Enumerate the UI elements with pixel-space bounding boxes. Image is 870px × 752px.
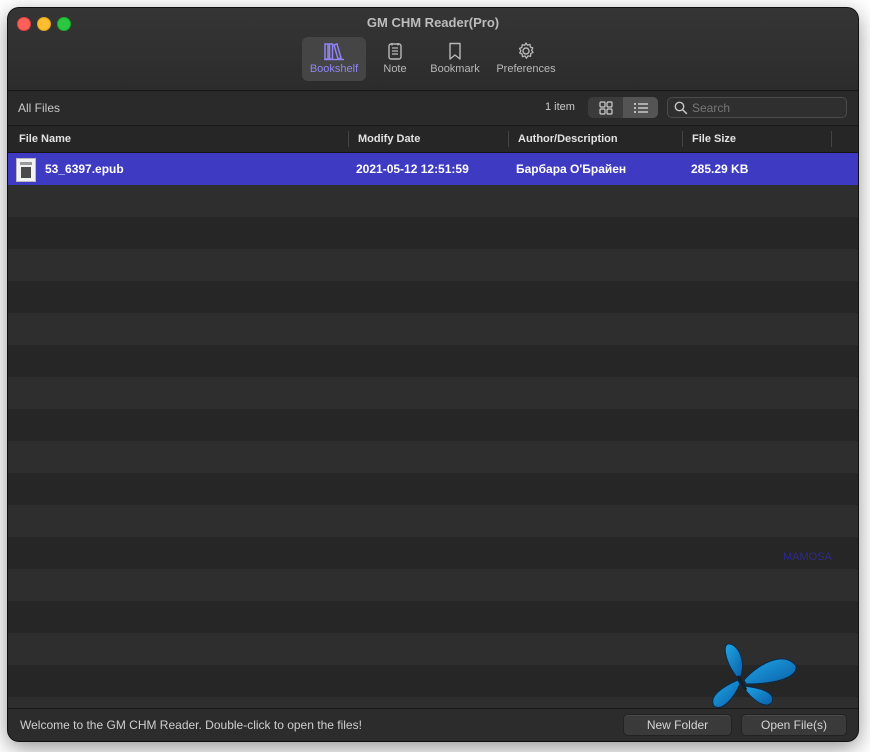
empty-row <box>8 281 858 313</box>
file-list: 53_6397.epub 2021-05-12 12:51:59 Барбара… <box>8 153 858 729</box>
column-divider[interactable] <box>508 131 509 147</box>
column-header-modify-date[interactable]: Modify Date <box>358 133 420 145</box>
bookmark-icon <box>449 42 461 60</box>
empty-row <box>8 537 858 569</box>
toolbar-item-label: Note <box>383 63 407 75</box>
list-view-icon <box>633 102 648 113</box>
empty-row <box>8 345 858 377</box>
window-title: GM CHM Reader(Pro) <box>366 15 500 30</box>
butterfly-icon <box>712 643 797 708</box>
empty-row <box>8 505 858 537</box>
empty-row <box>8 601 858 633</box>
status-bar: Welcome to the GM CHM Reader. Double-cli… <box>8 708 858 741</box>
file-name-cell: 53_6397.epub <box>45 162 124 176</box>
list-view-button[interactable] <box>623 97 658 118</box>
note-icon <box>388 43 402 60</box>
search-input[interactable] <box>692 98 840 117</box>
empty-row <box>8 569 858 601</box>
toolbar-item-label: Preferences <box>496 63 556 75</box>
title-toolbar: GM CHM Reader(Pro) Bookshelf Note Bookma… <box>8 8 858 91</box>
column-divider[interactable] <box>682 131 683 147</box>
toolbar-bookmark-button[interactable]: Bookmark <box>426 37 484 81</box>
toolbar-note-button[interactable]: Note <box>372 37 418 81</box>
column-header-file-size[interactable]: File Size <box>692 133 736 145</box>
open-files-button[interactable]: Open File(s) <box>741 714 847 736</box>
empty-row <box>8 409 858 441</box>
new-folder-button[interactable]: New Folder <box>623 714 732 736</box>
column-header-author[interactable]: Author/Description <box>518 133 618 145</box>
toolbar-preferences-button[interactable]: Preferences <box>492 37 560 81</box>
search-icon <box>674 101 688 115</box>
table-row[interactable]: 53_6397.epub 2021-05-12 12:51:59 Барбара… <box>8 153 858 185</box>
epub-file-icon <box>16 158 36 182</box>
file-size-cell: 285.29 KB <box>691 162 749 176</box>
table-header: File Name Modify Date Author/Description… <box>8 126 858 153</box>
item-count: 1 item <box>545 101 575 113</box>
column-divider[interactable] <box>348 131 349 147</box>
empty-row <box>8 313 858 345</box>
watermark-text: MAMOSA <box>783 551 832 563</box>
status-message: Welcome to the GM CHM Reader. Double-cli… <box>20 718 362 732</box>
grid-view-icon <box>598 100 613 115</box>
path-bar: All Files 1 item <box>8 91 858 126</box>
modify-date-cell: 2021-05-12 12:51:59 <box>356 162 469 176</box>
empty-row <box>8 185 858 217</box>
search-box <box>667 97 847 118</box>
column-divider[interactable] <box>831 131 832 147</box>
empty-row <box>8 249 858 281</box>
breadcrumb[interactable]: All Files <box>18 101 60 115</box>
toolbar-bookshelf-button[interactable]: Bookshelf <box>302 37 366 81</box>
toolbar-item-label: Bookmark <box>430 63 480 75</box>
column-header-file-name[interactable]: File Name <box>19 133 71 145</box>
toolbar-item-label: Bookshelf <box>309 63 359 75</box>
empty-row <box>8 217 858 249</box>
empty-row <box>8 473 858 505</box>
empty-row <box>8 377 858 409</box>
author-cell: Барбара О'Брайен <box>516 162 627 176</box>
empty-row <box>8 441 858 473</box>
grid-view-button[interactable] <box>588 97 623 118</box>
bookshelf-icon <box>324 43 344 61</box>
view-mode-switcher <box>588 97 658 118</box>
gear-icon <box>518 42 534 59</box>
